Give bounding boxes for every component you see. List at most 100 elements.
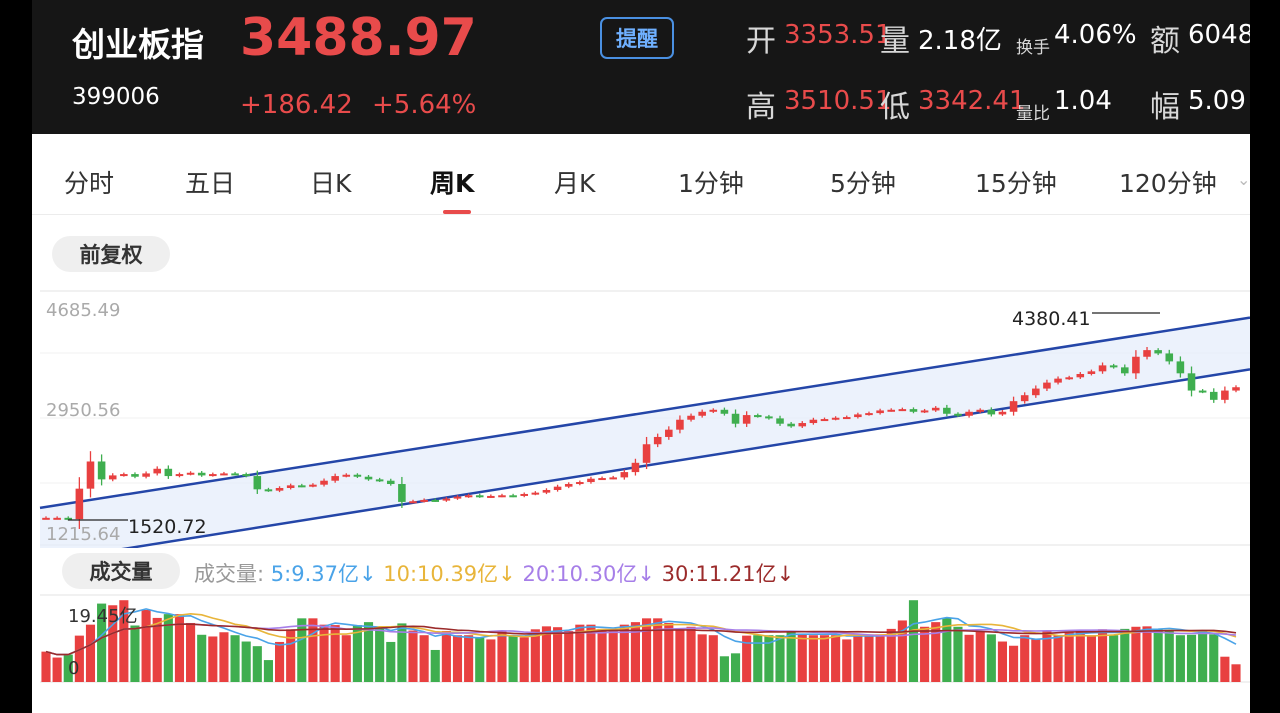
volume-bar [831, 635, 841, 682]
candle-body [531, 492, 540, 495]
volume-bar [1142, 626, 1152, 682]
candle-body [220, 473, 228, 476]
legend-ma10: 10:10.39亿↓ [383, 562, 516, 586]
low-value: 3342.41 [918, 86, 1026, 116]
price-change-pct: +5.64% [372, 90, 477, 120]
amplitude-value: 5.09 [1188, 86, 1246, 116]
volume-axis-bottom: 0 [68, 658, 79, 679]
candle-body [464, 495, 473, 498]
remind-button[interactable]: 提醒 [600, 17, 674, 59]
candle-body [342, 474, 351, 477]
amount-value: 6048 [1188, 20, 1250, 50]
candle-body [709, 409, 718, 412]
amplitude-label: 幅 [1150, 90, 1180, 125]
candle [609, 475, 617, 480]
candle-body [75, 488, 84, 520]
trend-channel-upper [39, 316, 1250, 510]
volume-ratio-value: 1.04 [1054, 86, 1112, 116]
volume-bar [553, 627, 563, 682]
volume-bar [430, 649, 440, 682]
tab-120min[interactable]: 120分钟 [1119, 164, 1217, 200]
volume-bar [775, 635, 785, 682]
quote-header: 创业板指 399006 3488.97 +186.42 +5.64% 提醒 开 … [32, 0, 1250, 134]
legend-ma5: 5:9.37亿↓ [270, 562, 377, 586]
candle-body [820, 419, 829, 422]
candle-body [520, 493, 529, 496]
volume-bar [875, 634, 885, 682]
candle-body [197, 472, 206, 476]
tab-monthly-k[interactable]: 月K [554, 164, 595, 200]
candle-body [353, 474, 362, 477]
tab-1min[interactable]: 1分钟 [678, 164, 744, 200]
tab-5min[interactable]: 5分钟 [830, 164, 896, 200]
tab-five-day[interactable]: 五日 [185, 164, 235, 200]
volume-bar [441, 630, 451, 682]
open-value: 3353.51 [784, 20, 892, 50]
volume-bar [408, 630, 418, 682]
volume-bar [697, 634, 707, 682]
candle-body [598, 478, 606, 481]
tab-daily-k[interactable]: 日K [310, 164, 351, 200]
tab-15min[interactable]: 15分钟 [975, 164, 1057, 200]
high-value: 3510.51 [784, 86, 892, 116]
tab-intraday[interactable]: 分时 [64, 164, 114, 200]
candle-body [409, 501, 417, 504]
candle-body [542, 489, 551, 493]
tab-weekly-k[interactable]: 周K [430, 164, 474, 200]
volume-bar [1209, 634, 1219, 682]
adjust-mode-button[interactable]: 前复权 [52, 236, 170, 272]
candle-body [665, 429, 673, 437]
volume-bar [419, 635, 429, 682]
candle-body [86, 461, 95, 489]
candle [108, 473, 117, 482]
candle-body [998, 411, 1007, 415]
candle [1232, 385, 1240, 393]
candle-body [442, 498, 451, 501]
candle-body [1054, 378, 1062, 383]
candle-body [242, 474, 250, 477]
candle-body [487, 495, 495, 498]
volume-bar [530, 629, 540, 682]
price-axis-top: 4685.49 [46, 300, 120, 321]
candle-body [1109, 365, 1118, 368]
candle-body [620, 472, 629, 478]
price-axis-bottom: 1215.64 [46, 524, 120, 545]
candle-body [720, 409, 729, 414]
volume-bar [708, 635, 718, 682]
volume-bar [1053, 635, 1063, 682]
candle-body [909, 409, 918, 412]
volume-chart: 19.45亿 0 [40, 594, 1250, 683]
candle [120, 472, 128, 477]
volume-bar [608, 630, 618, 682]
candle-body [475, 495, 484, 498]
candle-body [642, 444, 651, 463]
candle-body [865, 413, 873, 416]
candle-body [954, 413, 962, 416]
volume-bar [341, 635, 351, 682]
candle [220, 471, 228, 476]
candle-body [698, 411, 706, 416]
chevron-down-icon[interactable]: ⌄ [1237, 170, 1250, 189]
candle-body [375, 479, 384, 482]
volume-bar [597, 628, 607, 682]
period-tabs: 分时 五日 日K 周K 月K 1分钟 5分钟 15分钟 120分钟 ⌄ [32, 148, 1250, 215]
candle-body [609, 477, 617, 480]
volume-bar [319, 624, 329, 682]
volume-bar [263, 660, 273, 682]
volume-bar [208, 636, 218, 682]
volume-bar [252, 646, 262, 682]
volume-bar [152, 617, 162, 682]
candle-body [976, 409, 984, 412]
volume-bar [241, 641, 251, 682]
volume-bar [219, 632, 229, 682]
volume-bar [486, 639, 496, 682]
high-label: 高 [746, 90, 776, 125]
candle-body [1076, 373, 1085, 378]
candle-body [1187, 373, 1196, 391]
volume-bar [908, 600, 919, 682]
candle-body [1232, 387, 1240, 391]
volume-indicator-button[interactable]: 成交量 [62, 553, 180, 589]
volume-bar [1020, 635, 1030, 682]
candle-body [264, 489, 273, 492]
volume-bar [864, 635, 874, 682]
